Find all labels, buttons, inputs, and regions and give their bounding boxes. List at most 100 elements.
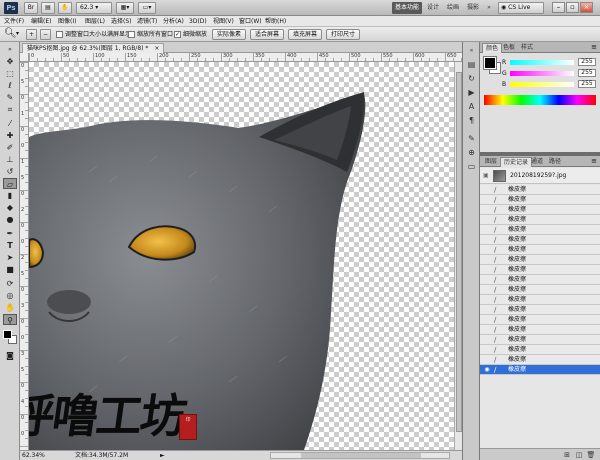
history-step[interactable]: ∕ 橡皮擦 [480, 265, 600, 275]
blue-slider[interactable]: B 255 [502, 80, 598, 89]
brush-panel-icon[interactable]: ✎ [466, 134, 477, 144]
type-tool-icon[interactable]: T [3, 240, 17, 251]
zoom-level-dropdown[interactable]: 62.3 ▾ [76, 2, 112, 14]
vertical-ruler[interactable]: 0 5 0 1 0 0 1 5 0 2 0 0 2 5 0 3 0 0 3 5 0 4 0 0 [20, 62, 29, 450]
horizontal-scrollbar[interactable] [270, 452, 450, 459]
tab-channels[interactable]: 通道 [528, 157, 546, 167]
tool-presets-panel-icon[interactable]: ▭ [466, 162, 477, 172]
eraser-tool-icon[interactable]: ▱ [3, 178, 17, 189]
menu-layer[interactable]: 图层(L) [85, 17, 105, 26]
color-panel-foreground-swatch[interactable] [483, 56, 497, 70]
tab-color[interactable]: 颜色 [482, 43, 503, 53]
history-source-checkbox[interactable] [483, 236, 491, 244]
status-menu-arrow[interactable]: ► [160, 452, 165, 460]
red-slider[interactable]: R 255 [502, 58, 598, 67]
workspace-essentials[interactable]: 基本功能 [392, 2, 422, 14]
history-step[interactable]: ∕ 橡皮擦 [480, 325, 600, 335]
close-tab-icon[interactable]: × [154, 45, 159, 52]
new-snapshot-icon[interactable]: ◫ [574, 450, 584, 460]
color-spectrum-bar[interactable] [484, 95, 596, 105]
history-source-checkbox[interactable] [483, 296, 491, 304]
horizontal-scrollbar-thumb[interactable] [301, 453, 421, 458]
history-source-checkbox[interactable]: ◉ [483, 366, 491, 374]
quick-selection-tool-icon[interactable]: ✎ [3, 92, 17, 103]
shape-tool-icon[interactable]: ■ [3, 264, 17, 275]
workspace-design[interactable]: 设计 [425, 2, 441, 14]
pen-tool-icon[interactable]: ✒ [3, 228, 17, 239]
hand-tool-icon[interactable]: ✋ [58, 2, 72, 14]
history-source-checkbox[interactable] [483, 206, 491, 214]
mini-bridge-panel-icon[interactable]: ▤ [466, 60, 477, 70]
zoom-in-icon[interactable]: + [26, 29, 37, 40]
menu-select[interactable]: 选择(S) [111, 17, 132, 26]
mini-bridge-button[interactable]: ▤ [41, 2, 55, 14]
history-source-checkbox[interactable] [483, 256, 491, 264]
history-source-checkbox[interactable] [483, 356, 491, 364]
color-panel-menu-icon[interactable]: ≡ [591, 42, 597, 52]
tab-swatches[interactable]: 色板 [500, 43, 518, 53]
healing-brush-tool-icon[interactable]: ✚ [3, 130, 17, 141]
history-step[interactable]: ∕ 橡皮擦 [480, 225, 600, 235]
color-swatches[interactable] [3, 330, 17, 346]
workspace-photography[interactable]: 摄影 [465, 2, 481, 14]
history-step[interactable]: ∕ 橡皮擦 [480, 285, 600, 295]
cs-live-button[interactable]: ◉ CS Live [498, 2, 544, 14]
bridge-button[interactable]: Br [24, 2, 38, 14]
tab-layers[interactable]: 图层 [482, 157, 500, 167]
history-source-checkbox[interactable] [483, 216, 491, 224]
horizontal-ruler[interactable]: 0 50 100 150 200 250 300 350 400 450 500 550 600 650 [29, 53, 462, 62]
expand-panels-icon[interactable]: « [466, 46, 477, 56]
menu-file[interactable]: 文件(F) [4, 17, 24, 26]
menu-window[interactable]: 窗口(W) [239, 17, 262, 26]
history-step[interactable]: ∕ 橡皮擦 [480, 255, 600, 265]
actual-pixels-button[interactable]: 实际像素 [212, 29, 246, 40]
new-document-from-state-icon[interactable]: ⊞ [562, 450, 572, 460]
3d-orbit-tool-icon[interactable]: ◎ [3, 290, 17, 301]
hand-tool-sidebar-icon[interactable]: ✋ [3, 302, 17, 313]
menu-3d[interactable]: 3D(D) [189, 17, 207, 26]
eyedropper-tool-icon[interactable]: ⁄ [3, 118, 17, 129]
gradient-tool-icon[interactable]: ▮ [3, 190, 17, 201]
path-selection-tool-icon[interactable]: ➤ [3, 252, 17, 263]
history-snapshot[interactable]: ▣ 20120819259?.jpg [480, 168, 600, 184]
history-step[interactable]: ∕ 橡皮擦 [480, 215, 600, 225]
history-source-checkbox[interactable] [483, 276, 491, 284]
document-canvas[interactable]: 呼噜工坊 印 [29, 62, 454, 450]
history-source-checkbox[interactable] [483, 286, 491, 294]
tab-styles[interactable]: 样式 [518, 43, 536, 53]
zoom-out-icon[interactable]: − [40, 29, 51, 40]
foreground-color-swatch[interactable] [3, 330, 12, 339]
history-panel-icon[interactable]: ↻ [466, 74, 477, 84]
history-step[interactable]: ∕ 橡皮擦 [480, 275, 600, 285]
history-step[interactable]: ∕ 橡皮擦 [480, 335, 600, 345]
clone-stamp-tool-icon[interactable]: ⊥ [3, 154, 17, 165]
history-source-checkbox[interactable] [483, 336, 491, 344]
workspace-painting[interactable]: 绘画 [445, 2, 461, 14]
history-source-checkbox[interactable] [483, 196, 491, 204]
close-button[interactable]: × [580, 2, 593, 13]
vertical-scrollbar[interactable] [454, 62, 462, 450]
maximize-button[interactable]: ▫ [566, 2, 579, 13]
resize-windows-checkbox[interactable] [56, 31, 63, 38]
menu-image[interactable]: 图像(I) [58, 17, 76, 26]
blue-value-field[interactable]: 255 [578, 80, 596, 88]
zoom-tool-icon[interactable]: 🔍︎ [4, 28, 17, 40]
history-panel-menu-icon[interactable]: ≡ [591, 156, 597, 166]
lasso-tool-icon[interactable]: ℓ [3, 80, 17, 91]
more-workspaces-icon[interactable]: » [484, 2, 494, 14]
delete-state-icon[interactable]: 🗑︎ [586, 450, 596, 460]
history-source-checkbox[interactable] [483, 246, 491, 254]
minimize-button[interactable]: – [552, 2, 565, 13]
zoom-all-windows-checkbox[interactable] [128, 31, 135, 38]
brush-tool-icon[interactable]: ✐ [3, 142, 17, 153]
history-source-checkbox[interactable] [483, 226, 491, 234]
history-step[interactable]: ∕ 橡皮擦 [480, 345, 600, 355]
marquee-tool-icon[interactable]: ⬚ [3, 68, 17, 79]
history-step[interactable]: ∕ 橡皮擦 [480, 355, 600, 365]
history-step[interactable]: ∕ 橡皮擦 [480, 295, 600, 305]
tool-preset-dropdown-icon[interactable]: ▾ [16, 30, 19, 37]
crop-tool-icon[interactable]: ⌗ [3, 104, 17, 115]
history-source-checkbox[interactable] [483, 306, 491, 314]
history-step[interactable]: ∕ 橡皮擦 [480, 245, 600, 255]
history-step[interactable]: ∕ 橡皮擦 [480, 305, 600, 315]
